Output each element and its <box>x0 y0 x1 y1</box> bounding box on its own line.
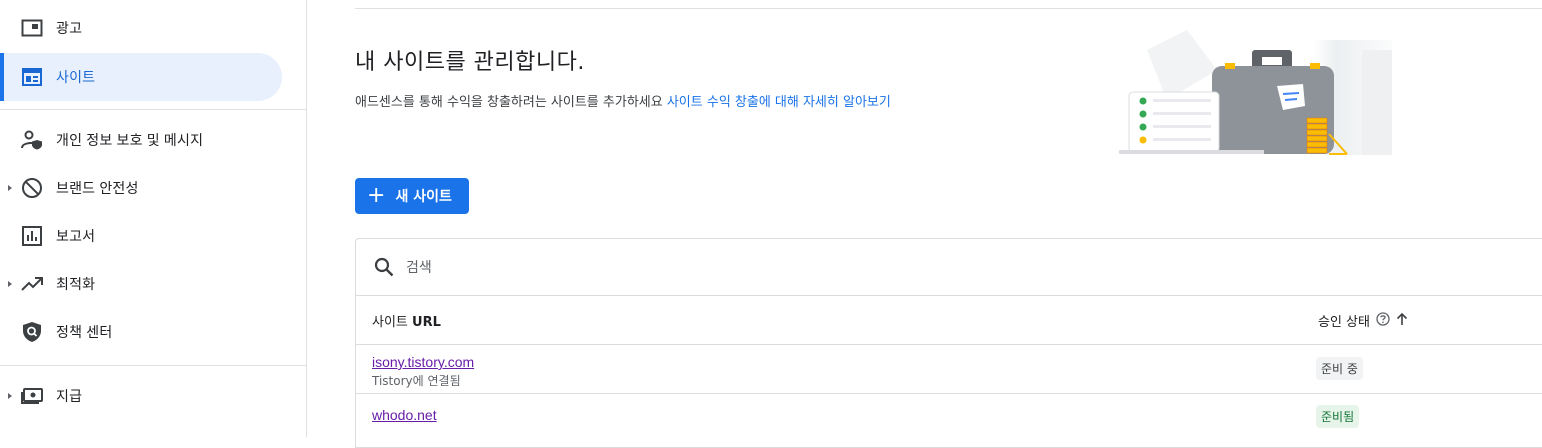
new-site-button-label: 새 사이트 <box>395 189 452 205</box>
page-title: 내 사이트를 관리합니다. <box>355 50 585 75</box>
top-divider <box>355 8 1542 9</box>
sidebar-item-label: 브랜드 안전성 <box>56 180 139 196</box>
block-icon <box>20 176 44 200</box>
page-subtitle: 애드센스를 통해 수익을 창출하려는 사이트를 추가하세요 사이트 수익 창출에… <box>355 91 891 110</box>
table-header-row: 사이트 URL 승인 상태 <box>356 295 1542 345</box>
subtitle-text: 애드센스를 통해 수익을 창출하려는 사이트를 추가하세요 <box>355 95 663 110</box>
sidebar-item-label: 개인 정보 보호 및 메시지 <box>56 132 204 148</box>
expand-arrow-icon[interactable] <box>8 185 12 191</box>
sidebar-item-payments[interactable]: 지급 <box>0 372 282 420</box>
sidebar-item-reports[interactable]: 보고서 <box>0 212 282 260</box>
sidebar-item-sites[interactable]: 사이트 <box>0 53 282 101</box>
site-url-link[interactable]: whodo.net <box>372 407 437 423</box>
column-header-approval-status[interactable]: 승인 상태 <box>1318 311 1408 330</box>
sidebar-item-label: 광고 <box>56 20 83 36</box>
learn-more-link[interactable]: 사이트 수익 창출에 대해 자세히 알아보기 <box>667 95 891 110</box>
policy-shield-icon <box>20 320 44 344</box>
table-row: whodo.net 준비됨 <box>356 393 1542 442</box>
new-site-button[interactable]: + 새 사이트 <box>355 178 469 214</box>
help-icon[interactable] <box>1376 311 1390 330</box>
status-badge: 준비 중 <box>1316 357 1363 380</box>
payments-icon <box>20 384 44 408</box>
sidebar-item-ads[interactable]: 광고 <box>0 4 282 52</box>
search-icon <box>374 257 394 277</box>
sidebar-item-policy-center[interactable]: 정책 센터 <box>0 308 282 356</box>
sidebar-item-brand-safety[interactable]: 브랜드 안전성 <box>0 164 282 212</box>
column-header-status-label: 승인 상태 <box>1318 315 1370 330</box>
sidebar-item-label: 지급 <box>56 388 83 404</box>
search-input[interactable] <box>404 255 808 281</box>
privacy-messaging-icon <box>20 128 44 152</box>
column-header-site-url-prefix: 사이트 <box>372 315 408 330</box>
sidebar-divider <box>0 109 306 110</box>
column-header-site-url-bold: URL <box>412 315 441 330</box>
column-header-site-url[interactable]: 사이트 URL <box>372 311 441 330</box>
sidebar-item-privacy-messaging[interactable]: 개인 정보 보호 및 메시지 <box>0 116 282 164</box>
sidebar-item-label: 보고서 <box>56 228 96 244</box>
search-bar <box>356 239 1542 296</box>
sort-arrow-up-icon[interactable] <box>1396 312 1408 330</box>
site-url-link[interactable]: isony.tistory.com <box>372 354 474 370</box>
status-badge: 준비됨 <box>1316 405 1360 428</box>
sites-table: 사이트 URL 승인 상태 isony.tistory.com Tistory에… <box>355 238 1542 448</box>
expand-arrow-icon[interactable] <box>8 393 12 399</box>
sidebar-item-label: 사이트 <box>56 69 96 85</box>
main-content: 내 사이트를 관리합니다. 애드센스를 통해 수익을 창출하려는 사이트를 추가… <box>307 0 1542 448</box>
table-row: isony.tistory.com Tistory에 연결됨 준비 중 <box>356 344 1542 394</box>
ads-icon <box>20 16 44 40</box>
reports-icon <box>20 224 44 248</box>
sites-icon <box>20 65 44 89</box>
site-connection-note: Tistory에 연결됨 <box>372 374 461 388</box>
plus-icon: + <box>367 183 386 208</box>
sidebar-item-label: 최적화 <box>56 276 96 292</box>
trending-up-icon <box>20 272 44 296</box>
sidebar-divider <box>0 365 306 366</box>
active-indicator <box>0 53 4 101</box>
expand-arrow-icon[interactable] <box>8 281 12 287</box>
briefcase-illustration <box>1119 30 1392 155</box>
sidebar-item-label: 정책 센터 <box>56 324 113 340</box>
sidebar-item-optimization[interactable]: 최적화 <box>0 260 282 308</box>
sidebar: 광고 사이트 개인 정보 보호 및 메시지 브랜드 안전성 보고서 최적화 정책… <box>0 0 307 437</box>
